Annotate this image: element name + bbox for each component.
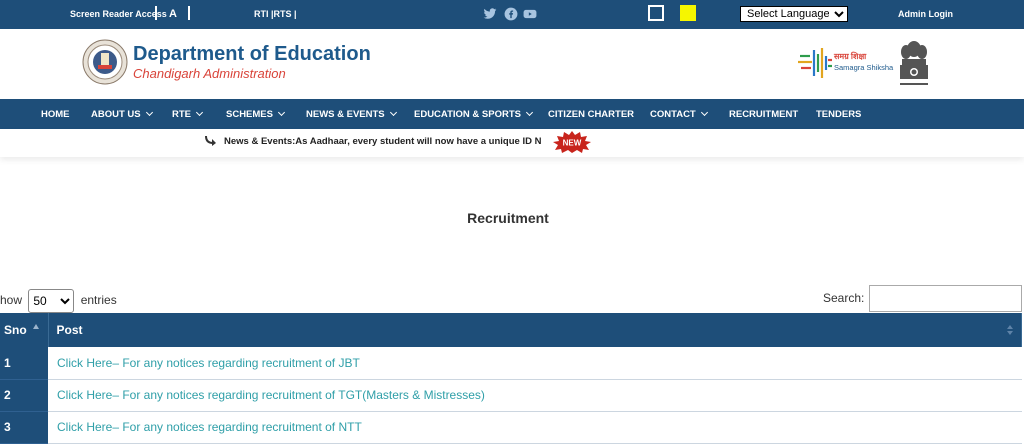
nav-item-news-events[interactable]: NEWS & EVENTS — [306, 108, 397, 120]
nav-item-recruitment[interactable]: RECRUITMENT — [729, 109, 798, 120]
chevron-down-icon — [145, 108, 153, 117]
rti-rts-link[interactable]: RTI |RTS | — [254, 9, 297, 19]
site-title[interactable]: Department of Education — [133, 43, 371, 66]
samagra-english-text: Samagra Shiksha — [834, 63, 894, 72]
search-label: Search: — [823, 291, 865, 305]
row-post: Click Here– For any notices regarding re… — [48, 347, 1022, 380]
row-sno: 1 — [0, 347, 48, 380]
chevron-down-icon — [277, 108, 286, 117]
post-link[interactable]: Click Here– For any notices regarding re… — [57, 356, 360, 370]
language-select[interactable]: Select Language — [740, 6, 848, 22]
row-sno: 2 — [0, 379, 48, 412]
national-emblem-icon — [900, 41, 928, 85]
twitter-icon[interactable] — [483, 7, 497, 21]
contrast-yellow-toggle[interactable] — [680, 5, 696, 21]
new-badge-label: NEW — [563, 139, 582, 148]
search-input[interactable] — [869, 285, 1022, 312]
row-post: Click Here– For any notices regarding re… — [48, 379, 1022, 412]
chevron-down-icon — [525, 108, 534, 117]
youtube-icon[interactable] — [522, 7, 538, 21]
table-row: 3 Click Here– For any notices regarding … — [0, 411, 1022, 444]
column-header-post[interactable]: Post — [48, 313, 1022, 347]
page-title: Recruitment — [467, 210, 549, 226]
row-sno: 3 — [0, 411, 48, 444]
entries-length-control: how 50 entries — [0, 289, 117, 313]
table-row: 2 Click Here– For any notices regarding … — [0, 379, 1022, 412]
nav-item-about-us[interactable]: ABOUT US — [91, 108, 153, 120]
samagra-hindi-text: समग्र शिक्षा — [834, 52, 867, 61]
nav-item-schemes[interactable]: SCHEMES — [226, 108, 286, 120]
site-header: Department of Education Chandigarh Admin… — [0, 29, 1024, 99]
nav-item-contact[interactable]: CONTACT — [650, 108, 708, 120]
divider — [188, 6, 190, 20]
entries-select[interactable]: 50 — [28, 289, 75, 313]
new-badge-icon: NEW — [553, 131, 591, 153]
row-post: Click Here– For any notices regarding re… — [48, 411, 1022, 444]
department-emblem-icon[interactable] — [82, 39, 128, 85]
post-link[interactable]: Click Here– For any notices regarding re… — [57, 388, 485, 402]
font-size-link[interactable]: A — [169, 8, 177, 20]
column-header-sno[interactable]: Sno — [0, 313, 49, 347]
entries-label: entries — [80, 293, 117, 308]
main-navigation: HOME ABOUT US RTE SCHEMES NEWS & EVENTS … — [0, 99, 1024, 129]
table-row: 1 Click Here– For any notices regarding … — [0, 347, 1022, 380]
arrow-turn-icon — [205, 135, 216, 146]
chevron-down-icon — [195, 108, 204, 117]
screen-reader-access-link[interactable]: Screen Reader Access — [70, 9, 167, 19]
nav-item-tenders[interactable]: TENDERS — [816, 109, 861, 120]
chevron-down-icon — [700, 108, 708, 117]
show-label: how — [0, 293, 23, 308]
recruitment-table: Sno Post 1 Click Here– For any notices r… — [0, 313, 1022, 444]
sort-icon — [1007, 325, 1013, 335]
ticker-text[interactable]: News & Events:As Aadhaar, every student … — [224, 136, 541, 147]
contrast-default-toggle[interactable] — [648, 5, 664, 21]
nav-item-citizen-charter[interactable]: CITIZEN CHARTER — [548, 109, 634, 120]
post-link[interactable]: Click Here– For any notices regarding re… — [57, 420, 362, 434]
nav-item-home[interactable]: HOME — [41, 109, 70, 120]
facebook-icon[interactable] — [504, 7, 518, 21]
admin-login-link[interactable]: Admin Login — [898, 9, 953, 19]
news-ticker: News & Events:As Aadhaar, every student … — [0, 129, 1024, 157]
divider — [155, 6, 157, 20]
site-subtitle: Chandigarh Administration — [133, 66, 286, 81]
top-utility-bar: Screen Reader Access A RTI |RTS | Select… — [0, 0, 1024, 29]
nav-item-education-sports[interactable]: EDUCATION & SPORTS — [414, 108, 534, 120]
table-header-row: Sno Post — [0, 313, 1022, 347]
chevron-down-icon — [389, 108, 397, 117]
sort-ascending-icon — [32, 324, 39, 329]
nav-item-rte[interactable]: RTE — [172, 108, 204, 120]
